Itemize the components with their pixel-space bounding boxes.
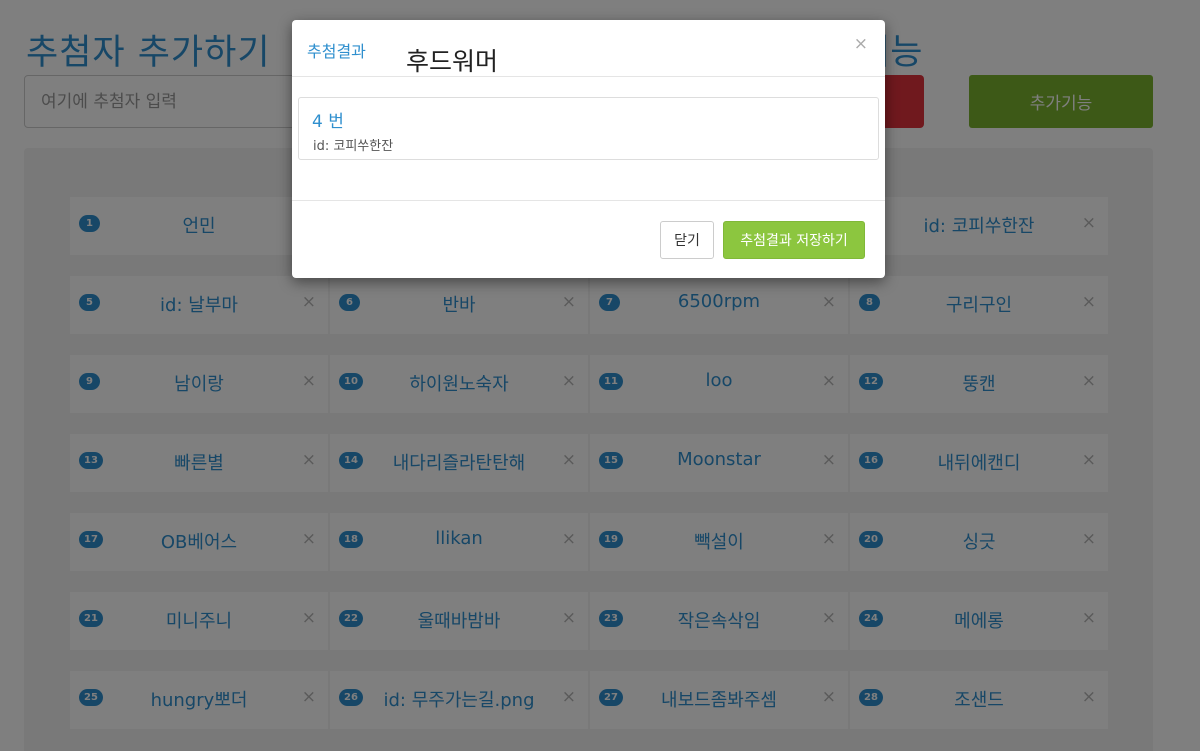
close-icon[interactable]: × <box>854 36 868 53</box>
modal-header: 추첨결과 후드워머 × <box>292 20 885 77</box>
result-card: 4 번 id: 코피쑤한잔 <box>298 97 879 160</box>
modal-title: 추첨결과 <box>307 42 366 61</box>
modal-footer: 닫기 추첨결과 저장하기 <box>292 200 885 278</box>
draw-result-modal: 추첨결과 후드워머 × 4 번 id: 코피쑤한잔 닫기 추첨결과 저장하기 <box>292 20 885 278</box>
result-id: id: 코피쑤한잔 <box>313 139 394 154</box>
close-button[interactable]: 닫기 <box>660 221 714 259</box>
save-result-button[interactable]: 추첨결과 저장하기 <box>723 221 865 259</box>
winner-name: 후드워머 <box>406 47 499 76</box>
result-number: 4 번 <box>312 112 344 132</box>
